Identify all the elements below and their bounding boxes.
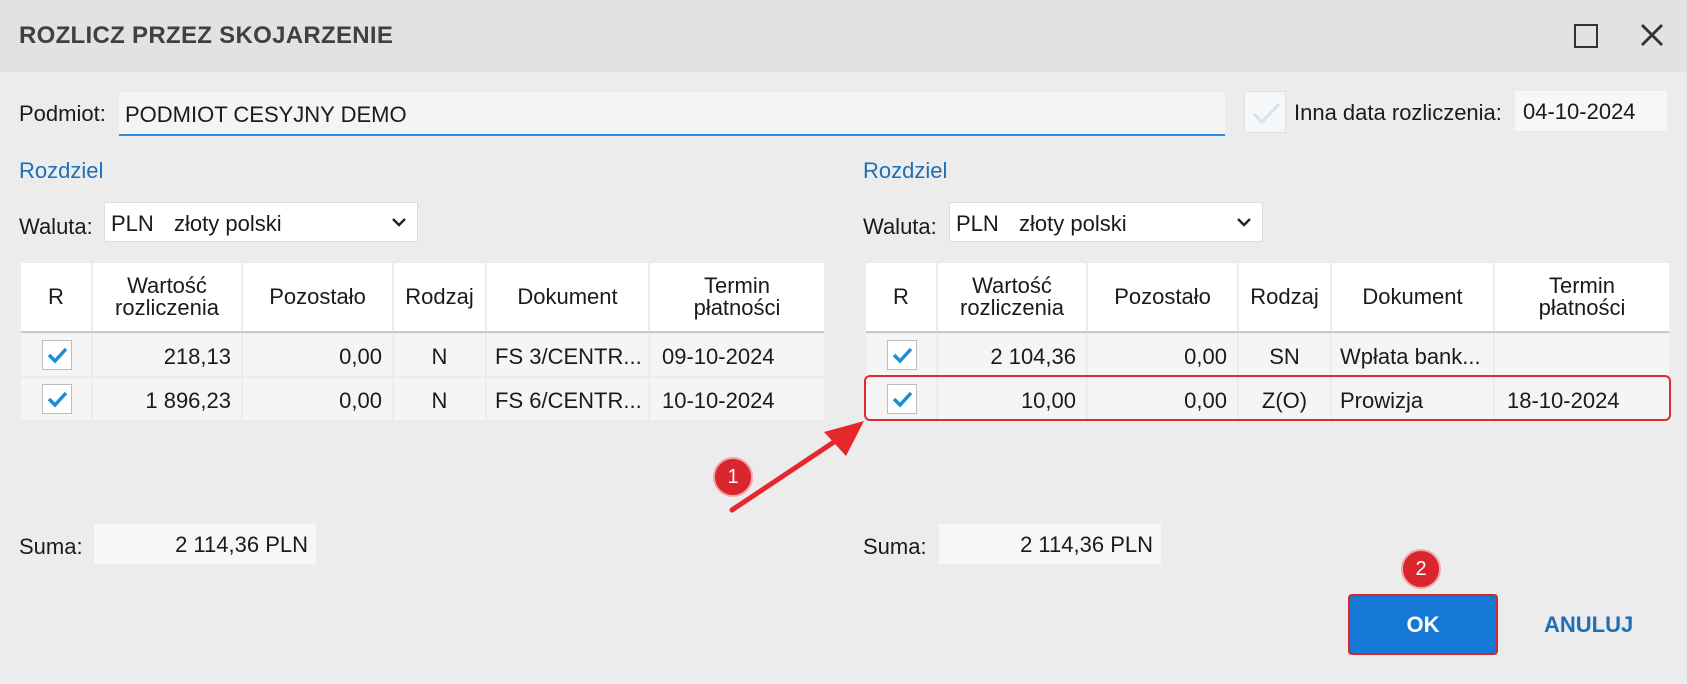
col-header-label: Termin płatności [693,273,781,320]
waluta-name: złoty polski [174,211,282,236]
col-header-pozostalo[interactable]: Pozostało [1088,263,1237,331]
podmiot-input[interactable]: PODMIOT CESYJNY DEMO [119,92,1225,136]
col-header-termin[interactable]: Termin płatności [650,263,824,331]
waluta-select-left[interactable]: PLN złoty polski [104,202,418,242]
close-button[interactable] [1637,20,1667,50]
waluta-code: PLN [111,211,154,236]
checkmark-icon [47,391,68,408]
chevron-down-icon [1237,218,1251,227]
cell-pozostalo: 0,00 [1088,334,1237,376]
waluta-select-right[interactable]: PLN złoty polski [949,202,1263,242]
col-header-label: Rodzaj [1250,284,1319,309]
title-bar: ROZLICZ PRZEZ SKOJARZENIE [0,0,1687,72]
col-header-pozostalo[interactable]: Pozostało [243,263,392,331]
inna-data-input[interactable]: 04-10-2024 [1515,91,1667,131]
waluta-code: PLN [956,211,999,236]
cell-dokument: FS 6/CENTR... [487,378,648,420]
col-header-dokument[interactable]: Dokument [487,263,648,331]
row-checkbox[interactable] [42,340,72,370]
col-header-label: Wartość rozliczenia [960,273,1064,320]
waluta-name: złoty polski [1019,211,1127,236]
maximize-button[interactable] [1570,20,1600,50]
col-header-dokument[interactable]: Dokument [1332,263,1493,331]
rozdziel-link-right[interactable]: Rozdziel [863,158,947,184]
cell-r [866,334,936,376]
col-header-label: Dokument [1362,284,1463,309]
annotation-badge-2: 2 [1401,549,1441,589]
checkmark-icon [892,347,913,364]
col-header-label: Pozostało [1114,284,1211,309]
cancel-button[interactable]: ANULUJ [1544,612,1633,638]
checkmark-icon [47,347,68,364]
cell-wartosc: 1 896,23 [93,378,241,420]
highlight-frame [864,375,1671,421]
suma-value-left: 2 114,36 PLN [94,524,316,564]
cell-termin: 10-10-2024 [650,378,824,420]
inna-data-checkbox[interactable] [1244,91,1286,133]
col-header-label: R [893,284,909,309]
cell-wartosc: 2 104,36 [938,334,1086,376]
cell-rodzaj: SN [1239,334,1330,376]
col-header-label: Wartość rozliczenia [115,273,219,320]
dialog-title: ROZLICZ PRZEZ SKOJARZENIE [19,22,394,49]
annotation-badge-1: 1 [713,457,753,497]
podmiot-label: Podmiot: [19,101,106,126]
col-header-label: Rodzaj [405,284,474,309]
cell-rodzaj: N [394,378,485,420]
suma-label-right: Suma: [863,534,927,559]
col-header-wartosc[interactable]: Wartość rozliczenia [93,263,241,331]
waluta-label-left: Waluta: [19,214,93,239]
col-header-rodzaj[interactable]: Rodzaj [394,263,485,331]
suma-value-right: 2 114,36 PLN [939,524,1161,564]
cell-r [21,334,91,376]
col-header-r[interactable]: R [21,263,91,331]
col-header-r[interactable]: R [866,263,936,331]
col-header-label: Termin płatności [1538,273,1626,320]
cell-wartosc: 218,13 [93,334,241,376]
col-header-termin[interactable]: Termin płatności [1495,263,1669,331]
ok-button[interactable]: OK [1348,594,1498,655]
cell-pozostalo: 0,00 [243,378,392,420]
rozdziel-link-left[interactable]: Rozdziel [19,158,103,184]
maximize-icon [1574,24,1598,48]
col-header-rodzaj[interactable]: Rodzaj [1239,263,1330,331]
cell-r [21,378,91,420]
cell-termin [1495,334,1669,376]
row-checkbox[interactable] [42,384,72,414]
cell-termin: 09-10-2024 [650,334,824,376]
waluta-label-right: Waluta: [863,214,937,239]
col-header-wartosc[interactable]: Wartość rozliczenia [938,263,1086,331]
inna-data-label: Inna data rozliczenia: [1294,100,1502,125]
header-divider [866,331,1669,333]
close-icon [1641,24,1663,46]
col-header-label: Pozostało [269,284,366,309]
header-divider [21,331,824,333]
cell-dokument: FS 3/CENTR... [487,334,648,376]
cell-pozostalo: 0,00 [243,334,392,376]
row-checkbox[interactable] [887,340,917,370]
cell-rodzaj: N [394,334,485,376]
check-icon [1252,102,1281,125]
chevron-down-icon [392,218,406,227]
col-header-label: Dokument [517,284,618,309]
suma-label-left: Suma: [19,534,83,559]
col-header-label: R [48,284,64,309]
cell-dokument: Wpłata bank... [1332,334,1493,376]
